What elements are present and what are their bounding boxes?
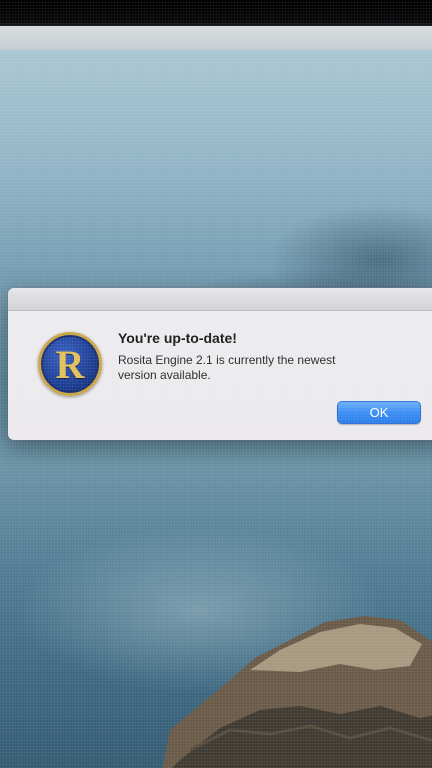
app-icon-letter: R (55, 342, 85, 387)
alert-message: Rosita Engine 2.1 is currently the newes… (118, 353, 336, 382)
ok-button[interactable]: OK (337, 401, 421, 424)
menu-bar (0, 26, 432, 50)
monitor-bezel (0, 0, 432, 26)
screen: R You're up-to-date! Rosita Engine 2.1 i… (0, 0, 432, 768)
wallpaper-rock-formation (162, 616, 432, 768)
alert-title: You're up-to-date! (118, 330, 237, 346)
rosita-engine-app-icon: R (38, 332, 102, 396)
dialog-titlebar (8, 288, 432, 311)
update-alert-dialog: R You're up-to-date! Rosita Engine 2.1 i… (8, 288, 432, 440)
